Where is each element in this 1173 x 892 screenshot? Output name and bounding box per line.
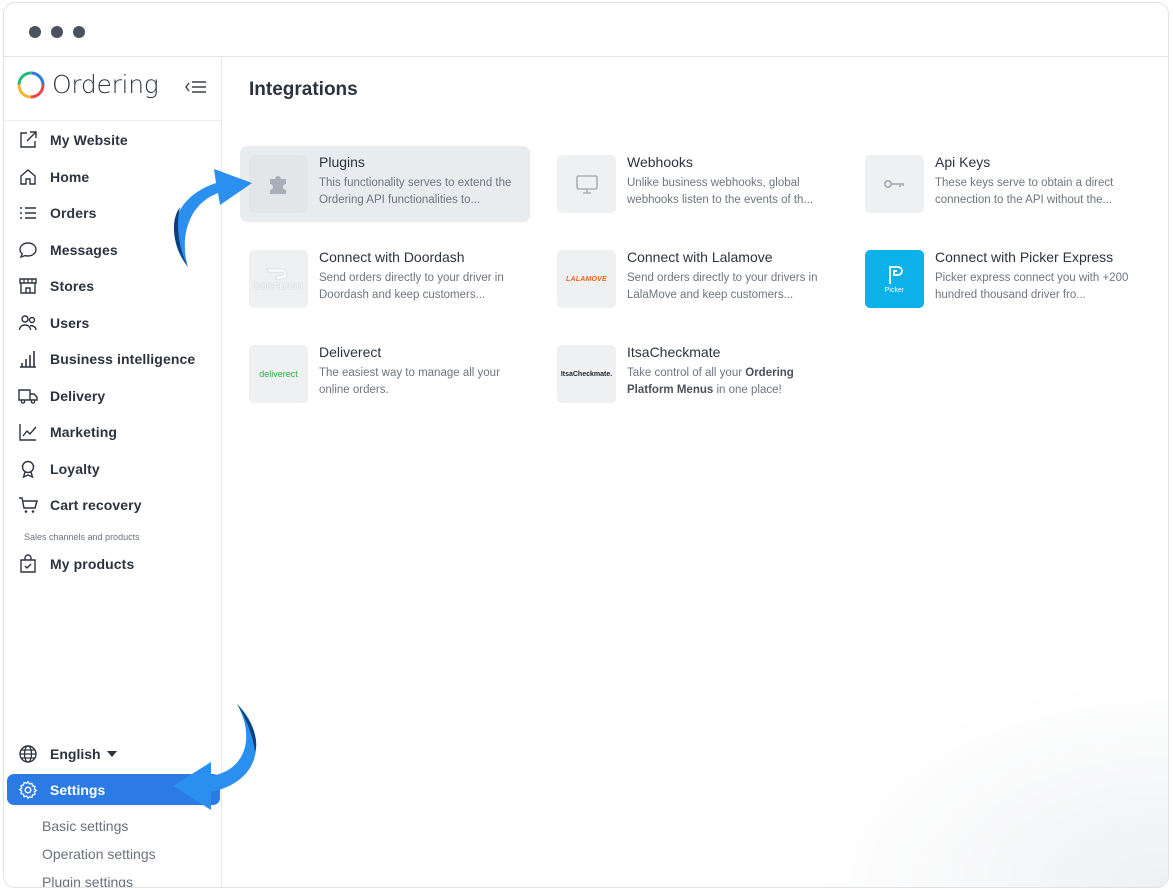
- sidebar-item-label: My products: [50, 555, 135, 572]
- gear-icon: [18, 780, 38, 800]
- card-description: Take control of all your Ordering Platfo…: [627, 365, 837, 399]
- globe-icon: [18, 744, 38, 764]
- sidebar-item-business-intelligence[interactable]: Business intelligence: [4, 341, 222, 378]
- submenu-operation-settings[interactable]: Operation settings: [42, 846, 156, 862]
- background-gradient: [808, 677, 1168, 887]
- card-description: Picker express connect you with +200 hun…: [935, 272, 1129, 301]
- integration-card-doordash[interactable]: DOORDASH Connect with Doordash Send orde…: [240, 241, 530, 317]
- language-label: English: [50, 746, 101, 762]
- page-title: Integrations: [249, 79, 358, 100]
- chevron-down-icon: [106, 751, 117, 757]
- chat-bubble-icon: [18, 240, 38, 260]
- key-icon: [865, 155, 924, 213]
- trend-line-icon: [18, 422, 38, 442]
- sidebar-item-label: Delivery: [50, 387, 106, 404]
- integration-card-plugins[interactable]: Plugins This functionality serves to ext…: [240, 146, 530, 222]
- sidebar-item-marketing[interactable]: Marketing: [4, 414, 222, 451]
- integration-card-api-keys[interactable]: Api Keys These keys serve to obtain a di…: [856, 146, 1146, 222]
- integration-card-deliverect[interactable]: deliverect Deliverect The easiest way to…: [240, 336, 530, 412]
- picker-logo-text: Picker: [884, 287, 905, 294]
- home-icon: [18, 167, 38, 187]
- card-description: These keys serve to obtain a direct conn…: [935, 177, 1114, 206]
- submenu-plugin-settings[interactable]: Plugin settings: [42, 874, 133, 887]
- card-description-text: Take control of all your: [627, 367, 746, 379]
- external-link-icon: [18, 130, 38, 150]
- brand-header: Ordering: [4, 58, 221, 121]
- card-description: The easiest way to manage all your onlin…: [319, 367, 500, 396]
- deliverect-logo-text: deliverect: [259, 369, 298, 379]
- sidebar-item-label: Loyalty: [50, 460, 100, 477]
- card-title: Connect with Lalamove: [627, 249, 773, 265]
- award-icon: [18, 459, 38, 479]
- sidebar-item-label: Cart recovery: [50, 497, 142, 514]
- sidebar-item-loyalty[interactable]: Loyalty: [4, 451, 222, 488]
- card-description: Unlike business webhooks, global webhook…: [627, 177, 814, 206]
- card-title: Connect with Doordash: [319, 249, 465, 265]
- card-title: Connect with Picker Express: [935, 249, 1114, 265]
- card-description: This functionality serves to extend the …: [319, 177, 512, 206]
- sidebar-item-label: Business intelligence: [50, 351, 196, 368]
- bar-chart-icon: [18, 349, 38, 369]
- window-dot-icon: [73, 26, 85, 38]
- sidebar-item-label: Orders: [50, 205, 97, 222]
- sidebar-item-users[interactable]: Users: [4, 305, 222, 342]
- doordash-logo-text: DOORDASH: [254, 282, 303, 291]
- main-content: Integrations Plugins This functionality …: [223, 58, 1168, 887]
- shopping-bag-check-icon: [18, 554, 38, 574]
- integration-card-itsacheckmate[interactable]: ItsaCheckmate. ItsaCheckmate Take contro…: [548, 336, 838, 412]
- card-description: Send orders directly to your drivers in …: [627, 272, 818, 301]
- card-title: Webhooks: [627, 154, 693, 170]
- sidebar-item-my-products[interactable]: My products: [4, 546, 222, 583]
- sidebar-item-delivery[interactable]: Delivery: [4, 378, 222, 415]
- truck-icon: [18, 386, 38, 406]
- window-dot-icon: [51, 26, 63, 38]
- sidebar-item-label: Home: [50, 168, 90, 185]
- sidebar-item-label: Users: [50, 314, 90, 331]
- brand-name: Ordering: [52, 70, 159, 99]
- sidebar-item-label: Marketing: [50, 424, 118, 441]
- card-description-text: in one place!: [713, 383, 782, 396]
- monitor-icon: [557, 155, 616, 213]
- card-description: Send orders directly to your driver in D…: [319, 272, 504, 301]
- sidebar-item-label: My Website: [50, 132, 128, 149]
- sidebar-section-label: Sales channels and products: [24, 531, 140, 542]
- ordering-logo-icon: [17, 71, 45, 99]
- window-titlebar: [4, 3, 1168, 57]
- users-icon: [18, 313, 38, 333]
- collapse-sidebar-icon[interactable]: [182, 77, 208, 97]
- card-title: Plugins: [319, 154, 365, 170]
- lalamove-logo: LALAMOVE: [557, 250, 616, 308]
- deliverect-logo: deliverect: [249, 345, 308, 403]
- curved-arrow-icon: [173, 169, 252, 267]
- card-title: Deliverect: [319, 344, 382, 360]
- submenu-basic-settings[interactable]: Basic settings: [42, 818, 128, 834]
- card-title: ItsaCheckmate: [627, 344, 721, 360]
- picker-logo: Picker: [865, 250, 924, 308]
- curved-arrow-icon: [173, 704, 257, 810]
- card-title: Api Keys: [935, 154, 991, 170]
- integration-card-webhooks[interactable]: Webhooks Unlike business webhooks, globa…: [548, 146, 838, 222]
- list-icon: [18, 203, 38, 223]
- lalamove-logo-text: LALAMOVE: [566, 275, 607, 283]
- integration-card-picker-express[interactable]: Picker Connect with Picker Express Picke…: [856, 241, 1146, 317]
- sidebar-item-cart-recovery[interactable]: Cart recovery: [4, 487, 222, 524]
- sidebar-item-label: Settings: [50, 781, 106, 798]
- itsacheckmate-logo: ItsaCheckmate.: [557, 345, 616, 403]
- sidebar-item-label: Messages: [50, 241, 118, 258]
- window-dot-icon: [29, 26, 41, 38]
- sidebar-item-label: Stores: [50, 278, 95, 295]
- sidebar-item-my-website[interactable]: My Website: [4, 122, 222, 159]
- cart-icon: [18, 495, 38, 515]
- itsacheckmate-logo-text: ItsaCheckmate.: [560, 370, 613, 378]
- integration-card-lalamove[interactable]: LALAMOVE Connect with Lalamove Send orde…: [548, 241, 838, 317]
- storefront-icon: [18, 276, 38, 296]
